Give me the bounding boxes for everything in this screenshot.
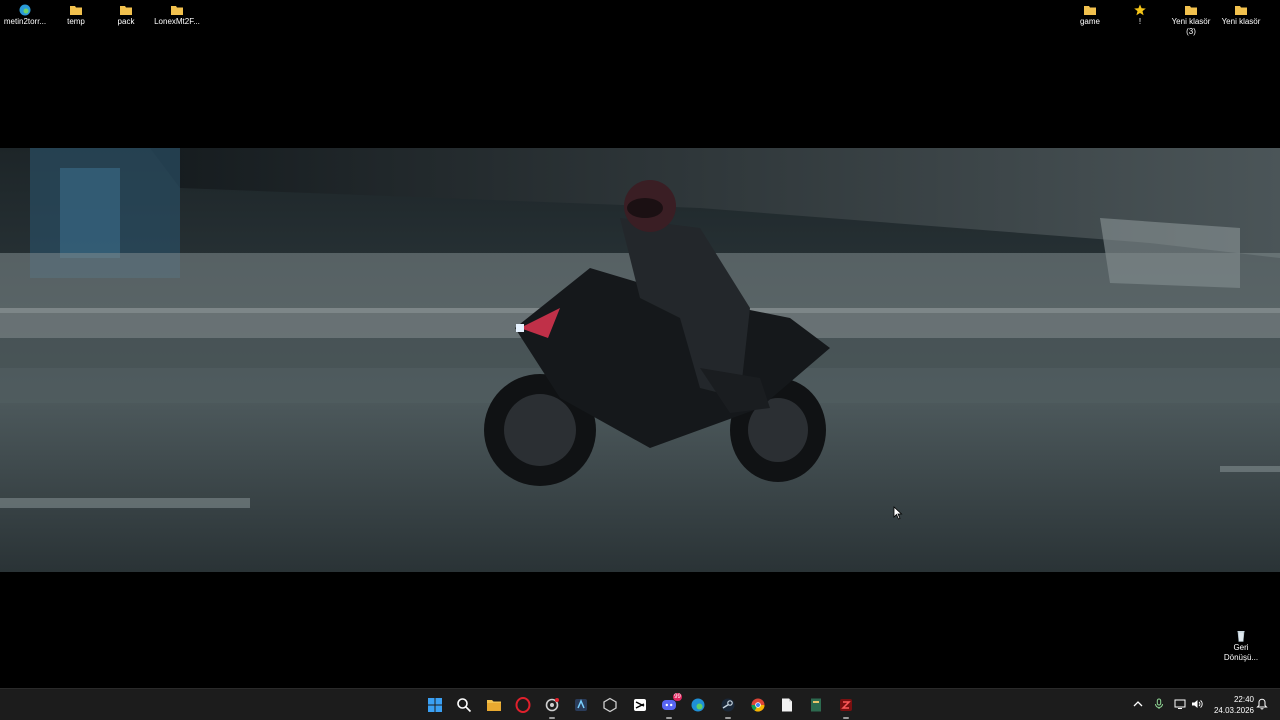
desktop-icon-game[interactable]: game xyxy=(1065,0,1115,27)
taskbar-clock[interactable]: 22:40 24.03.2026 xyxy=(1206,694,1254,716)
running-indicator xyxy=(666,717,672,719)
desktop-icon-yeni-klasor[interactable]: Yeni klasör xyxy=(1216,0,1266,27)
edge-icon xyxy=(691,698,705,712)
desktop-icon-label: LonexMt2F... xyxy=(154,17,200,26)
recycle-bin-icon xyxy=(1237,631,1245,642)
app-gear-icon xyxy=(545,698,559,712)
running-indicator xyxy=(725,717,731,719)
notepad-icon xyxy=(782,698,792,712)
clock-date: 24.03.2026 xyxy=(1213,706,1254,715)
folder-icon xyxy=(120,6,132,15)
start-button[interactable] xyxy=(424,694,446,716)
desktop-icon-label: ! xyxy=(1138,17,1142,26)
app-red-icon xyxy=(840,699,852,711)
capcut-icon xyxy=(634,699,646,711)
folder-icon xyxy=(70,6,82,15)
opera-icon xyxy=(515,697,531,713)
network-icon xyxy=(1174,699,1186,709)
notification-bell-icon xyxy=(1256,698,1268,710)
desktop-icon-pack[interactable]: pack xyxy=(101,0,151,27)
taskbar-app-file-explorer[interactable] xyxy=(483,694,505,716)
desktop-icon-lonexmt2f[interactable]: LonexMt2F... xyxy=(152,0,202,27)
taskbar-app-gear[interactable] xyxy=(541,694,563,719)
running-indicator xyxy=(843,717,849,719)
taskbar-app-capcut[interactable] xyxy=(629,694,651,716)
desktop-icon-recycle-bin[interactable]: Geri Dönüşü... xyxy=(1216,626,1266,663)
star-icon xyxy=(1134,4,1146,16)
desktop-icon-label: Yeni klasör (3) xyxy=(1171,17,1211,36)
search-icon xyxy=(457,698,472,713)
chrome-icon xyxy=(751,698,765,712)
windows-icon xyxy=(428,698,442,712)
network-button[interactable] xyxy=(1173,697,1187,711)
folder-icon xyxy=(1084,6,1096,15)
desktop-icon-label: Yeni klasör xyxy=(1221,17,1261,26)
desktop-icon-yeni-klasor-3[interactable]: Yeni klasör (3) xyxy=(1166,0,1216,37)
taskbar-app-edge[interactable] xyxy=(687,694,709,716)
taskbar-app-book[interactable] xyxy=(805,694,827,716)
desktop-wallpaper xyxy=(0,148,1280,572)
desktop-icon-exclamation[interactable]: ! xyxy=(1115,0,1165,27)
folder-icon xyxy=(1185,6,1197,15)
microphone-button[interactable] xyxy=(1152,697,1166,711)
steam-icon xyxy=(721,698,735,712)
taskbar-app-blue[interactable] xyxy=(570,694,592,716)
desktop-icon-label: Geri Dönüşü... xyxy=(1223,643,1259,662)
app-blue-icon xyxy=(575,699,587,711)
taskbar-app-steam[interactable] xyxy=(717,694,739,719)
file-explorer-icon xyxy=(487,700,501,711)
microphone-icon xyxy=(1155,698,1163,709)
desktop-icon-temp[interactable]: temp xyxy=(51,0,101,27)
speaker-icon xyxy=(1192,700,1203,708)
folder-icon xyxy=(171,6,183,15)
taskbar-app-chrome[interactable] xyxy=(747,694,769,716)
clock-time: 22:40 xyxy=(1233,695,1254,704)
taskbar-app-red[interactable] xyxy=(835,694,857,719)
folder-icon xyxy=(1235,6,1247,15)
taskbar-app-opera[interactable] xyxy=(512,694,534,716)
search-button[interactable] xyxy=(453,694,475,716)
taskbar-app-discord[interactable]: 99 xyxy=(658,693,682,719)
taskbar-app-cube[interactable] xyxy=(599,694,621,716)
taskbar: 99 22:40 24.03.2026 xyxy=(0,688,1280,720)
show-hidden-icons-button[interactable] xyxy=(1131,697,1145,711)
app-cube-icon xyxy=(603,697,617,713)
desktop-icon-metin2torr[interactable]: metin2torr... xyxy=(0,0,50,27)
notifications-button[interactable] xyxy=(1255,697,1269,711)
chevron-up-icon xyxy=(1133,701,1143,707)
running-indicator xyxy=(549,717,555,719)
mouse-cursor-icon xyxy=(893,506,903,520)
app-book-icon xyxy=(811,698,821,712)
notification-badge: 99 xyxy=(673,693,682,701)
volume-button[interactable] xyxy=(1190,697,1204,711)
edge-icon xyxy=(19,4,31,16)
taskbar-app-notepad[interactable] xyxy=(776,694,798,716)
